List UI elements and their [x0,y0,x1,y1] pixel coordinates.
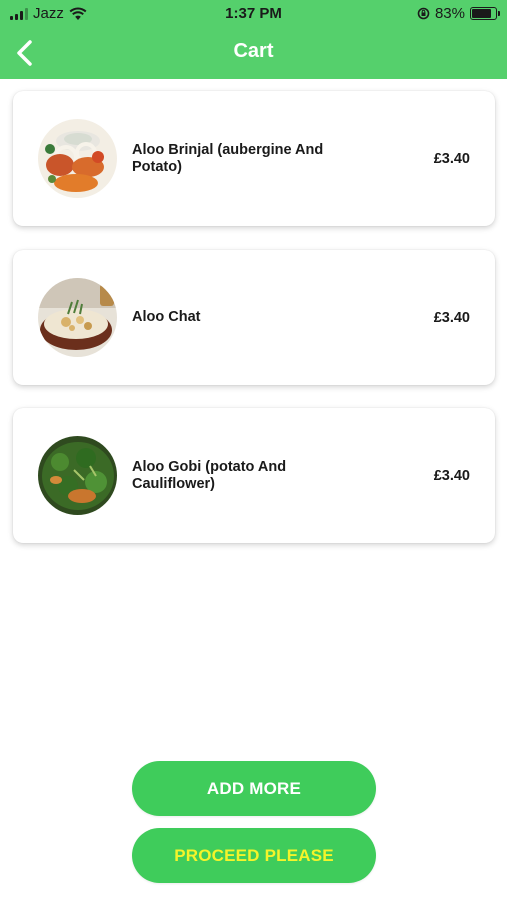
cart-item[interactable]: Aloo Chat £3.40 [13,250,495,385]
battery-icon [470,7,500,20]
status-right: 83% [417,5,500,22]
orientation-lock-icon [417,7,430,20]
item-name: Aloo Brinjal (aubergine And Potato) [132,141,324,175]
food-image [38,436,117,515]
proceed-button[interactable]: PROCEED PLEASE [132,828,376,883]
battery-level [472,9,492,18]
item-price: £3.40 [433,150,470,167]
food-image [38,278,117,357]
item-price: £3.40 [433,467,470,484]
cart-item[interactable]: Aloo Brinjal (aubergine And Potato) £3.4… [13,91,495,226]
app-header: Jazz 1:37 PM 83% Cart [0,0,507,79]
item-price: £3.40 [433,309,470,326]
add-more-button[interactable]: ADD MORE [132,761,376,816]
page-title: Cart [233,40,274,62]
battery-percent: 83% [434,5,465,22]
status-bar: Jazz 1:37 PM 83% [0,0,507,28]
cart-item[interactable]: Aloo Gobi (potato And Cauliflower) £3.40 [13,408,495,543]
item-name: Aloo Chat [132,309,201,325]
item-name: Aloo Gobi (potato And Cauliflower) [132,458,287,492]
food-image [38,119,117,198]
